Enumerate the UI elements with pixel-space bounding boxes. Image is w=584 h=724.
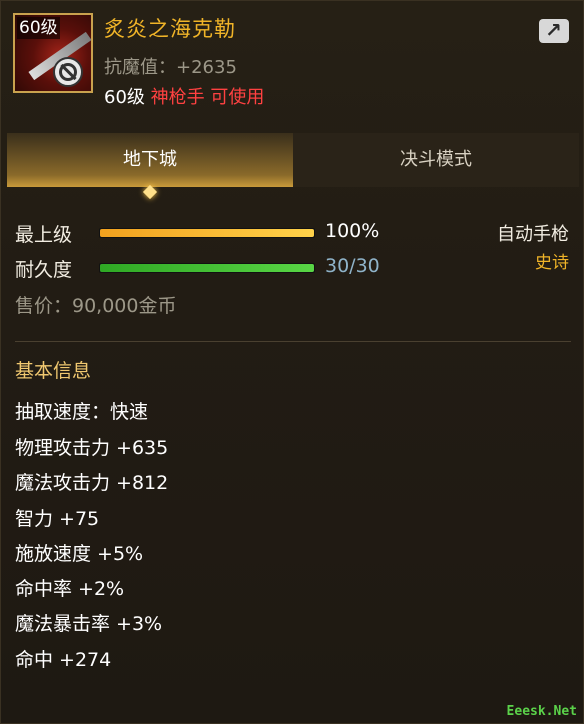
attribute-line: 命中率 +2% <box>15 578 125 600</box>
divider <box>15 341 571 342</box>
durability-value: 30/30 <box>325 255 380 277</box>
watermark: Eeesk.Net <box>506 704 577 719</box>
mode-tabs: 地下城 决斗模式 <box>7 133 579 200</box>
item-tooltip-panel: 60级 炙炎之海克勒 抗魔值：+2635 60级 神枪手 可使用 地下城 决斗模… <box>0 0 584 724</box>
share-icon[interactable] <box>539 18 569 43</box>
weapon-type: 自动手枪 <box>497 224 569 245</box>
tab-pvp-label: 决斗模式 <box>400 149 472 170</box>
active-tab-marker <box>142 184 158 200</box>
durability-bar <box>99 263 315 273</box>
attribute-line: 物理攻击力 +635 <box>15 437 169 459</box>
no-entry-icon <box>53 57 83 87</box>
section-title: 基本信息 <box>15 360 92 382</box>
durability-label: 耐久度 <box>15 259 73 281</box>
upgrade-bar-fill <box>100 229 314 237</box>
sell-price: 售价：90,000金币 <box>15 295 177 317</box>
magic-resist: 抗魔值：+2635 <box>104 57 237 78</box>
upgrade-bar <box>99 228 315 238</box>
attribute-line: 魔法暴击率 +3% <box>15 613 163 635</box>
attribute-line: 抽取速度：快速 <box>15 401 149 423</box>
tab-dungeon-label: 地下城 <box>123 149 177 170</box>
required-class: 神枪手 可使用 <box>150 87 265 108</box>
upgrade-label: 最上级 <box>15 224 73 246</box>
attribute-line: 魔法攻击力 +812 <box>15 472 169 494</box>
required-level: 60级 <box>104 87 145 108</box>
rarity: 史诗 <box>535 253 569 273</box>
requirement: 60级 神枪手 可使用 <box>104 83 264 109</box>
tab-pvp[interactable]: 决斗模式 <box>293 133 579 187</box>
attribute-line: 命中 +274 <box>15 649 112 671</box>
item-level-badge: 60级 <box>17 17 60 39</box>
item-icon: 60级 <box>13 13 93 93</box>
attribute-line: 智力 +75 <box>15 508 100 530</box>
attribute-line: 施放速度 +5% <box>15 543 144 565</box>
durability-bar-fill <box>100 264 314 272</box>
upgrade-value: 100% <box>325 220 380 242</box>
item-name: 炙炎之海克勒 <box>104 17 236 41</box>
tab-dungeon[interactable]: 地下城 <box>7 133 293 200</box>
